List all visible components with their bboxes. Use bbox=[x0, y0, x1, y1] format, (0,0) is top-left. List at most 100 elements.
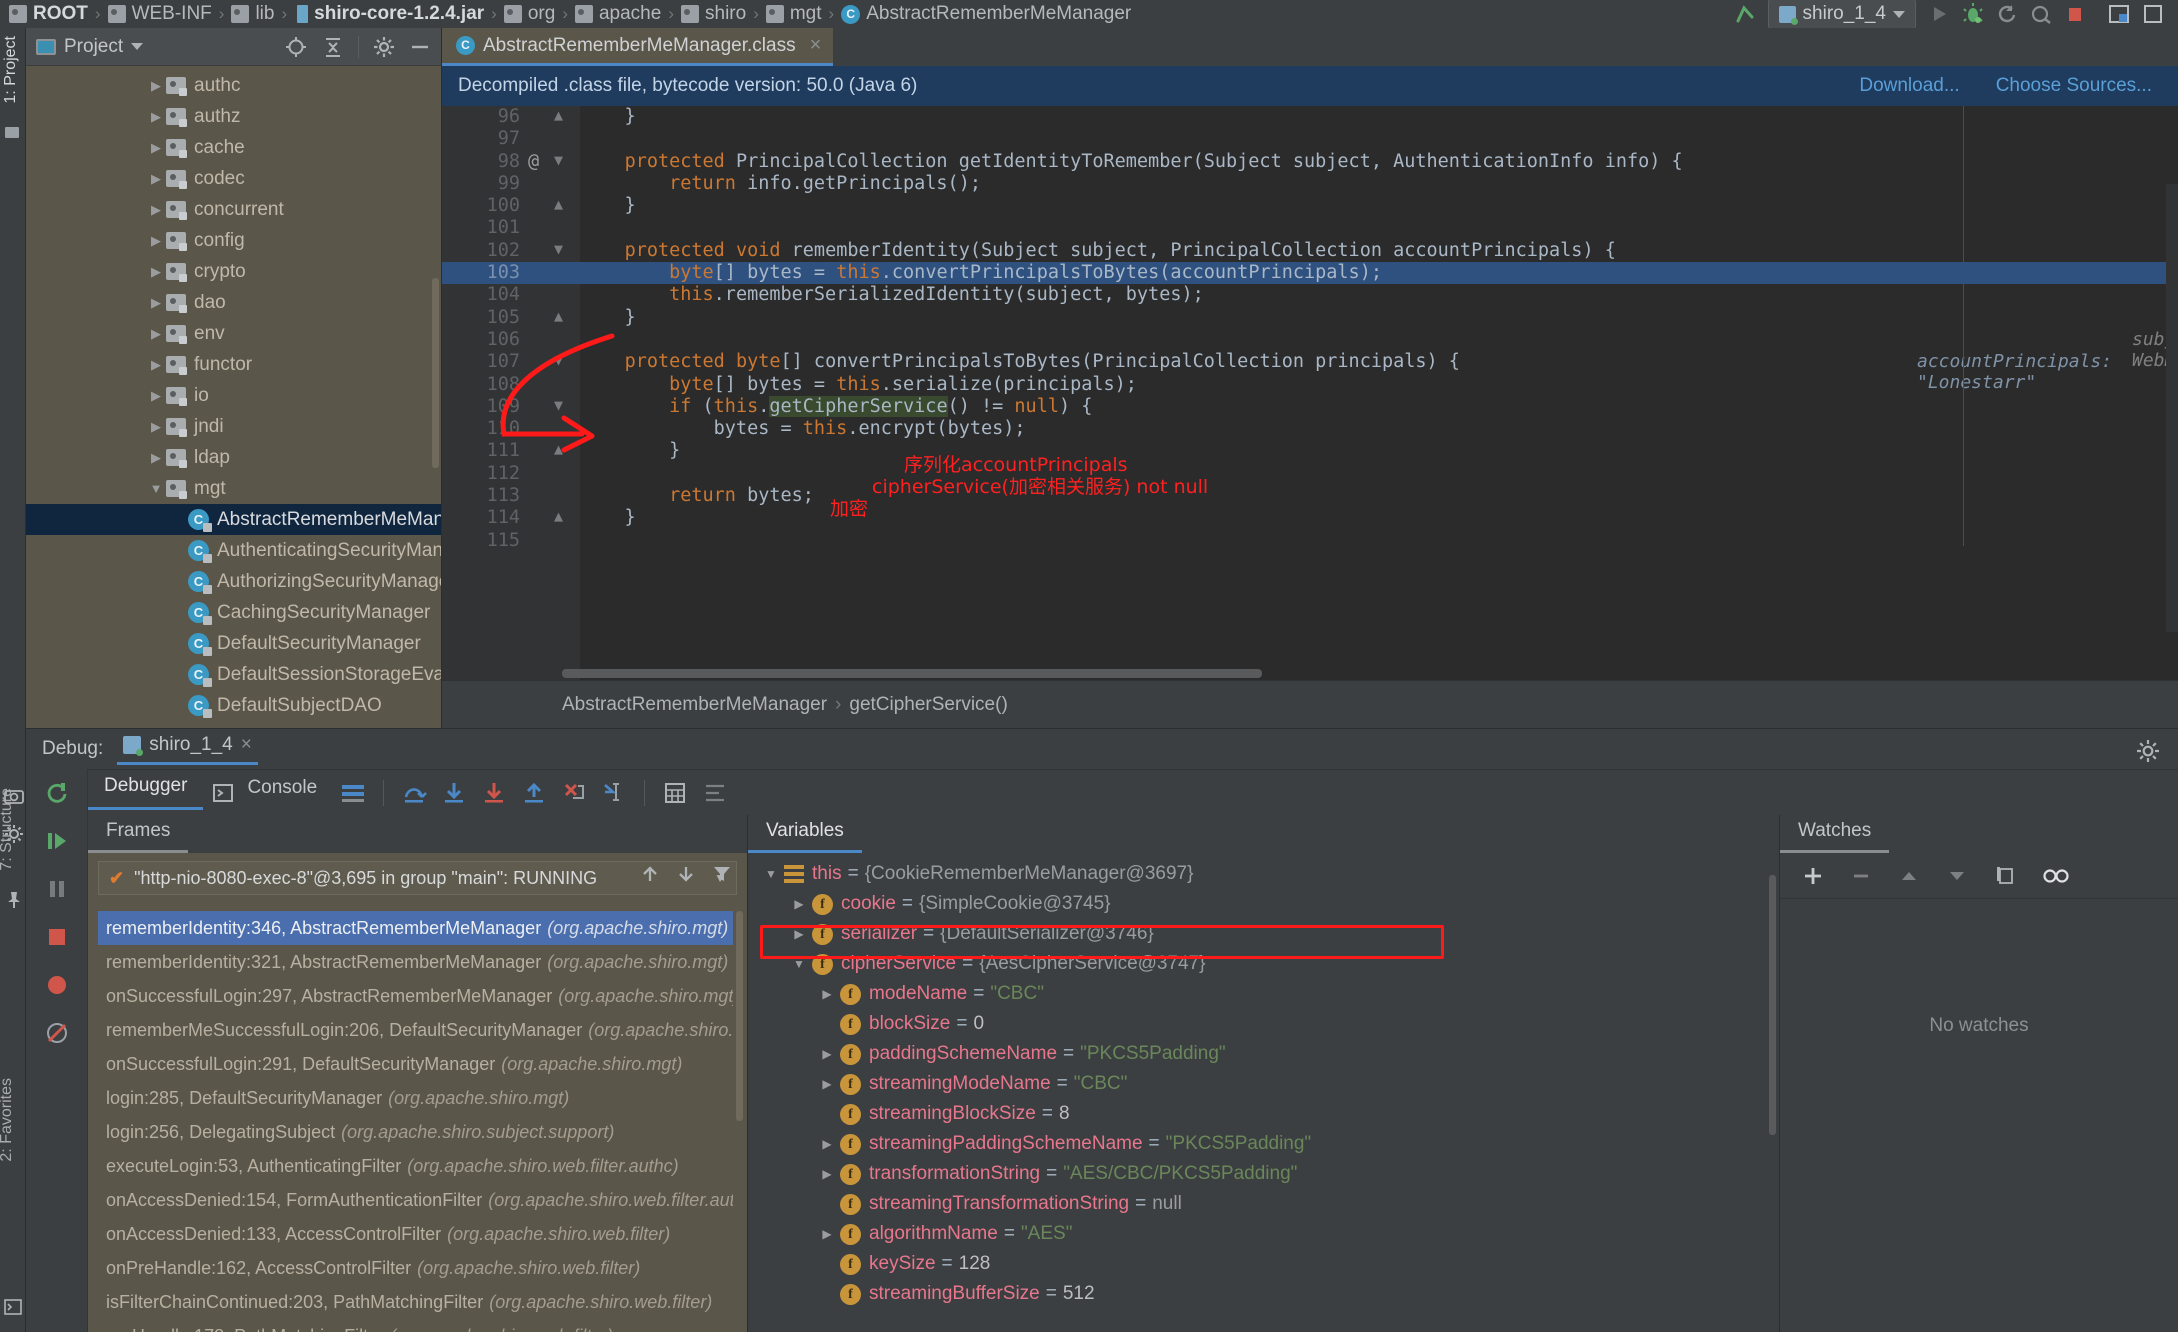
variable-row[interactable]: f algorithmName="AES" bbox=[748, 1219, 1769, 1249]
layout-icon[interactable] bbox=[2102, 0, 2136, 28]
frame-item[interactable]: onSuccessfulLogin:291, DefaultSecurityMa… bbox=[98, 1047, 733, 1081]
move-down-icon[interactable] bbox=[1946, 868, 1968, 884]
tab-variables[interactable]: Variables bbox=[748, 820, 862, 853]
frame-item[interactable]: preHandle:178, PathMatchingFilter(org.ap… bbox=[98, 1319, 733, 1332]
sidebar-item-project[interactable]: 1: Project bbox=[2, 36, 20, 104]
chevron-right-icon[interactable] bbox=[146, 295, 166, 311]
breadcrumb-item-org[interactable]: org bbox=[501, 3, 558, 25]
frame-item[interactable]: isFilterChainContinued:203, PathMatching… bbox=[98, 1285, 733, 1319]
editor-tab-abstractremembermemanager[interactable]: C AbstractRememberMeManager.class × bbox=[442, 28, 834, 66]
breadcrumb-item-shiro[interactable]: shiro bbox=[678, 3, 749, 25]
editor-marker-strip[interactable] bbox=[2166, 184, 2178, 632]
chevron-right-icon[interactable] bbox=[146, 388, 166, 404]
variables-scrollbar[interactable] bbox=[1769, 875, 1776, 1135]
frame-item[interactable]: onAccessDenied:154, FormAuthenticationFi… bbox=[98, 1183, 733, 1217]
frame-item[interactable]: login:256, DelegatingSubject (org.apache.… bbox=[98, 1115, 733, 1149]
frame-item[interactable]: rememberIdentity:346, AbstractRememberMe… bbox=[98, 911, 733, 945]
settings-gear-icon[interactable] bbox=[2136, 739, 2160, 763]
resume-icon[interactable] bbox=[26, 817, 88, 865]
frame-item[interactable]: rememberIdentity:321, AbstractRememberMe… bbox=[98, 945, 733, 979]
editor-horizontal-scrollbar[interactable] bbox=[562, 669, 1262, 678]
rerun-icon[interactable] bbox=[1990, 0, 2024, 28]
settings-list-icon[interactable] bbox=[695, 773, 735, 813]
fold-marker-icon[interactable]: ▲ bbox=[554, 195, 563, 213]
fold-marker-icon[interactable]: ▲ bbox=[554, 106, 563, 124]
tree-item-class[interactable]: C CachingSecurityManager bbox=[26, 597, 441, 628]
chevron-right-icon[interactable] bbox=[814, 1077, 840, 1091]
terminal-icon[interactable] bbox=[4, 1298, 22, 1316]
breadcrumb-item-web-inf[interactable]: WEB-INF bbox=[105, 3, 215, 25]
chevron-down-icon[interactable] bbox=[146, 481, 166, 496]
tree-item-package[interactable]: dao bbox=[26, 287, 441, 318]
run-icon[interactable] bbox=[1922, 0, 1956, 28]
fold-marker-icon[interactable]: ▼ bbox=[554, 151, 563, 169]
copy-icon[interactable] bbox=[1994, 865, 2016, 887]
sidebar-item-structure[interactable]: 7: Structure bbox=[0, 788, 16, 871]
hide-icon[interactable] bbox=[409, 42, 431, 52]
chevron-right-icon[interactable] bbox=[146, 264, 166, 280]
chevron-right-icon[interactable] bbox=[814, 1137, 840, 1151]
tree-item-package[interactable]: crypto bbox=[26, 256, 441, 287]
chevron-down-icon[interactable] bbox=[786, 957, 812, 971]
add-icon[interactable] bbox=[1802, 865, 1824, 887]
fold-marker-icon[interactable]: ▲ bbox=[554, 507, 563, 525]
pin-icon[interactable] bbox=[4, 890, 22, 908]
variable-row[interactable]: f paddingSchemeName="PKCS5Padding" bbox=[748, 1039, 1769, 1069]
tree-item-package[interactable]: functor bbox=[26, 349, 441, 380]
remove-icon[interactable] bbox=[1850, 865, 1872, 887]
chevron-right-icon[interactable] bbox=[146, 78, 166, 94]
variable-row[interactable]: f transformationString="AES/CBC/PKCS5Padd… bbox=[748, 1159, 1769, 1189]
evaluate-expression-icon[interactable] bbox=[655, 773, 695, 813]
breadcrumb-item-apache[interactable]: apache bbox=[572, 3, 664, 25]
breadcrumb-item-lib[interactable]: lib bbox=[228, 3, 277, 25]
chevron-right-icon[interactable] bbox=[146, 357, 166, 373]
tree-item-package[interactable]: cache bbox=[26, 132, 441, 163]
variable-row[interactable]: f streamingBufferSize = 512 bbox=[748, 1279, 1769, 1309]
tree-item-package[interactable]: concurrent bbox=[26, 194, 441, 225]
tree-item-package[interactable]: jndi bbox=[26, 411, 441, 442]
chevron-right-icon[interactable] bbox=[786, 897, 812, 911]
code-viewport[interactable]: 96 ▲ } 97 98 @ ▼ protected PrincipalCollectio… bbox=[442, 106, 2178, 680]
variable-row[interactable]: f streamingBlockSize = 8 bbox=[748, 1099, 1769, 1129]
tree-item-class[interactable]: CAuthenticatingSecurityManager bbox=[26, 535, 441, 566]
tree-item-class[interactable]: C AuthorizingSecurityManager bbox=[26, 566, 441, 597]
chevron-right-icon[interactable] bbox=[146, 140, 166, 156]
variable-row[interactable]: f streamingModeName="CBC" bbox=[748, 1069, 1769, 1099]
move-up-icon[interactable] bbox=[1898, 868, 1920, 884]
view-breakpoints-icon[interactable] bbox=[26, 961, 88, 1009]
close-icon[interactable]: × bbox=[241, 734, 252, 756]
close-icon[interactable]: × bbox=[810, 34, 822, 57]
variables-list[interactable]: this={CookieRememberMeManager@3697}fcook… bbox=[748, 859, 1769, 1332]
chevron-down-icon[interactable] bbox=[131, 43, 144, 50]
chevron-right-icon[interactable] bbox=[814, 1167, 840, 1181]
frame-item[interactable]: onPreHandle:162, AccessControlFilter (org… bbox=[98, 1251, 733, 1285]
frame-item[interactable]: rememberMeSuccessfulLogin:206, DefaultSe… bbox=[98, 1013, 733, 1047]
breadcrumb-item-root[interactable]: ROOT bbox=[6, 3, 91, 25]
collapse-all-icon[interactable] bbox=[322, 36, 344, 58]
override-marker-icon[interactable]: @ bbox=[528, 151, 539, 172]
step-into-icon[interactable] bbox=[434, 773, 474, 813]
tree-item-package[interactable]: io bbox=[26, 380, 441, 411]
tree-item-class[interactable]: C DefaultSecurityManager bbox=[26, 628, 441, 659]
chevron-right-icon[interactable] bbox=[146, 202, 166, 218]
gear-icon[interactable] bbox=[373, 36, 395, 58]
tree-item-package[interactable]: env bbox=[26, 318, 441, 349]
chevron-right-icon[interactable] bbox=[146, 419, 166, 435]
step-out-icon[interactable] bbox=[514, 773, 554, 813]
tree-item-package[interactable]: ldap bbox=[26, 442, 441, 473]
choose-sources-link[interactable]: Choose Sources... bbox=[1996, 75, 2152, 97]
tree-item-class[interactable]: C DefaultSubjectDAO bbox=[26, 690, 441, 721]
pause-icon[interactable] bbox=[26, 865, 88, 913]
variable-row[interactable]: fcookie={SimpleCookie@3745} bbox=[748, 889, 1769, 919]
frames-scrollbar[interactable] bbox=[736, 911, 743, 1121]
fold-marker-icon[interactable]: ▼ bbox=[554, 240, 563, 258]
debug-icon[interactable] bbox=[1956, 0, 1990, 28]
chevron-right-icon[interactable] bbox=[146, 450, 166, 466]
variable-row[interactable]: f cipherService={AesCipherService@3747} bbox=[748, 949, 1769, 979]
chevron-right-icon[interactable] bbox=[146, 233, 166, 249]
force-step-into-icon[interactable] bbox=[474, 773, 514, 813]
variable-row[interactable]: f streamingTransformationString = null bbox=[748, 1189, 1769, 1219]
variable-row[interactable]: f keySize = 128 bbox=[748, 1249, 1769, 1279]
chevron-right-icon[interactable] bbox=[814, 1047, 840, 1061]
stop-icon[interactable] bbox=[2058, 0, 2092, 28]
